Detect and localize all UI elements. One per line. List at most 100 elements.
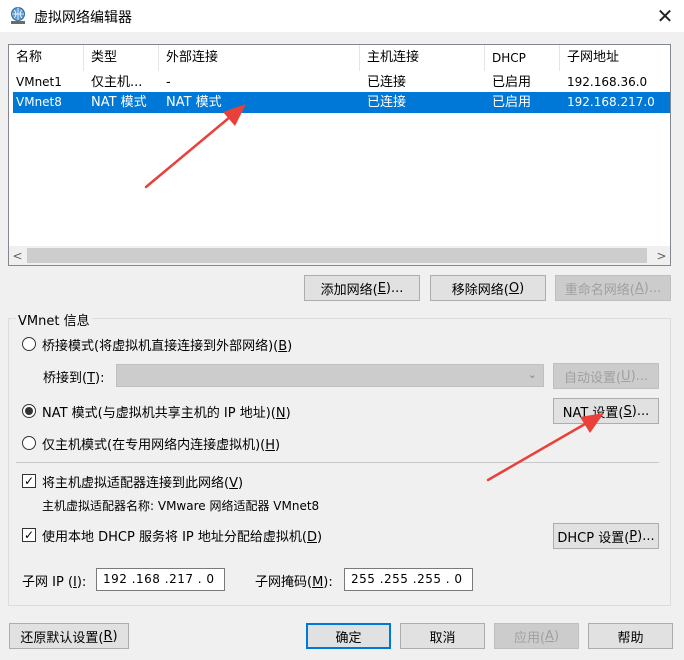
bridged-mode-radio[interactable] xyxy=(22,337,36,351)
access-key: A xyxy=(545,628,554,644)
checkmark-icon: ✓ xyxy=(23,528,35,542)
label-text: 子网 IP ( xyxy=(22,575,74,590)
auto-settings-button[interactable]: 自动设置(U)... xyxy=(553,363,659,389)
label-tail: ) xyxy=(317,530,323,545)
column-header-type[interactable]: 类型 xyxy=(84,45,159,71)
add-network-button[interactable]: 添加网络(E)... xyxy=(304,275,420,301)
cell-type: 仅主机... xyxy=(91,75,143,90)
window-title: 虚拟网络编辑器 xyxy=(34,10,132,26)
column-header-dhcp[interactable]: DHCP xyxy=(485,45,560,71)
list-header: 名称 类型 外部连接 主机连接 DHCP 子网地址 xyxy=(9,45,670,71)
button-label: NAT 设置( xyxy=(562,405,624,421)
scroll-right-icon[interactable]: > xyxy=(653,246,670,265)
label-tail: ) xyxy=(275,438,281,453)
button-label: 添加网络( xyxy=(320,282,378,298)
button-label: 应用( xyxy=(513,630,546,646)
separator xyxy=(16,462,659,463)
rename-network-button[interactable]: 重命名网络(A)... xyxy=(555,275,671,301)
access-key: V xyxy=(229,476,238,491)
button-label: 重命名网络( xyxy=(564,282,635,298)
subnet-ip-field[interactable]: 192 .168 .217 . 0 xyxy=(96,568,225,591)
access-key: O xyxy=(508,280,520,296)
scrollbar-thumb[interactable] xyxy=(27,248,647,263)
table-row[interactable]: VMnet1 仅主机... - 已连接 已启用 192.168.36.0 xyxy=(9,72,670,93)
label-text: 子网掩码( xyxy=(255,575,313,590)
cell-name: VMnet8 xyxy=(16,95,62,109)
button-label: 自动设置( xyxy=(563,370,622,386)
connect-adapter-checkbox[interactable]: ✓ xyxy=(22,474,36,488)
cell-dhcp: 已启用 xyxy=(492,75,532,90)
nat-mode-radio[interactable] xyxy=(22,404,36,418)
scroll-left-icon[interactable]: < xyxy=(9,246,26,265)
label-tail: ) xyxy=(285,406,291,421)
button-label: DHCP 设置( xyxy=(557,530,630,546)
access-key: D xyxy=(306,530,317,545)
connect-adapter-label[interactable]: 将主机虚拟适配器连接到此网络(V) xyxy=(42,472,243,491)
button-label-tail: )... xyxy=(643,280,662,296)
label-tail: ) xyxy=(237,476,244,491)
access-key: U xyxy=(621,368,631,384)
close-icon[interactable]: ✕ xyxy=(646,0,684,32)
label-text: 桥接模式(将虚拟机直接连接到外部网络)( xyxy=(42,339,279,354)
column-header-subnet[interactable]: 子网地址 xyxy=(560,45,670,71)
cell-name: VMnet1 xyxy=(16,75,62,89)
access-key: N xyxy=(275,406,286,421)
use-dhcp-label[interactable]: 使用本地 DHCP 服务将 IP 地址分配给虚拟机(D) xyxy=(42,526,322,545)
access-key: B xyxy=(278,339,288,354)
access-key: P xyxy=(629,528,638,544)
use-dhcp-checkbox[interactable]: ✓ xyxy=(22,528,36,542)
cell-host: 已连接 xyxy=(367,75,407,90)
button-label-tail: )... xyxy=(385,280,404,296)
host-only-radio[interactable] xyxy=(22,436,36,450)
label-text: 桥接到( xyxy=(43,371,88,386)
label-text: 使用本地 DHCP 服务将 IP 地址分配给虚拟机( xyxy=(42,530,307,545)
help-button[interactable]: 帮助 xyxy=(588,623,673,649)
nat-mode-label[interactable]: NAT 模式(与虚拟机共享主机的 IP 地址)(N) xyxy=(42,402,291,421)
label-text: NAT 模式(与虚拟机共享主机的 IP 地址)( xyxy=(42,406,276,421)
access-key: S xyxy=(623,403,632,419)
button-label-tail: ) xyxy=(519,280,525,296)
cell-external: - xyxy=(166,75,171,90)
column-header-host[interactable]: 主机连接 xyxy=(360,45,485,71)
access-key: R xyxy=(103,628,113,644)
cancel-button[interactable]: 取消 xyxy=(400,623,485,649)
bridge-to-label: 桥接到(T): xyxy=(43,367,104,386)
dhcp-settings-button[interactable]: DHCP 设置(P)... xyxy=(553,523,659,549)
access-key: A xyxy=(634,280,644,296)
vmnet-info-title: VMnet 信息 xyxy=(16,310,92,329)
label-tail: ) xyxy=(287,339,293,354)
adapter-name-text: 主机虚拟适配器名称: VMware 网络适配器 VMnet8 xyxy=(42,499,320,513)
bridge-to-select[interactable]: ⌄ xyxy=(116,364,544,387)
remove-network-button[interactable]: 移除网络(O) xyxy=(430,275,546,301)
cell-subnet: 192.168.36.0 xyxy=(567,75,648,89)
button-label-tail: )... xyxy=(631,403,650,419)
host-only-label[interactable]: 仅主机模式(在专用网络内连接虚拟机)(H) xyxy=(42,434,280,453)
apply-button[interactable]: 应用(A) xyxy=(494,623,579,649)
checkmark-icon: ✓ xyxy=(23,474,35,488)
cell-host: 已连接 xyxy=(367,95,407,110)
button-label: 还原默认设置( xyxy=(20,630,104,646)
label-tail: ): xyxy=(323,575,333,590)
horizontal-scrollbar[interactable]: < > xyxy=(9,246,670,265)
cell-external: NAT 模式 xyxy=(166,95,222,110)
cell-dhcp: 已启用 xyxy=(492,95,532,110)
network-list[interactable]: 名称 类型 外部连接 主机连接 DHCP 子网地址 VMnet1 仅主机... … xyxy=(8,44,671,266)
label-tail: ): xyxy=(95,371,105,386)
column-header-name[interactable]: 名称 xyxy=(9,45,84,71)
subnet-mask-field[interactable]: 255 .255 .255 . 0 xyxy=(344,568,473,591)
button-label-tail: ) xyxy=(553,628,560,644)
network-globe-icon xyxy=(11,7,25,24)
column-header-external[interactable]: 外部连接 xyxy=(159,45,360,71)
button-label-tail: )... xyxy=(630,368,649,384)
button-label-tail: ) xyxy=(112,628,118,644)
dropdown-arrow-icon: ⌄ xyxy=(527,368,537,381)
nat-settings-button[interactable]: NAT 设置(S)... xyxy=(553,398,659,424)
ok-button[interactable]: 确定 xyxy=(306,623,391,649)
restore-defaults-button[interactable]: 还原默认设置(R) xyxy=(9,623,129,649)
button-label-tail: )... xyxy=(637,528,655,544)
table-row-selected[interactable]: VMnet8 NAT 模式 NAT 模式 已连接 已启用 192.168.217… xyxy=(13,92,670,113)
subnet-mask-label: 子网掩码(M): xyxy=(255,571,333,590)
access-key: E xyxy=(377,280,386,296)
bridged-mode-label[interactable]: 桥接模式(将虚拟机直接连接到外部网络)(B) xyxy=(42,335,292,354)
subnet-ip-label: 子网 IP (I): xyxy=(22,571,86,590)
